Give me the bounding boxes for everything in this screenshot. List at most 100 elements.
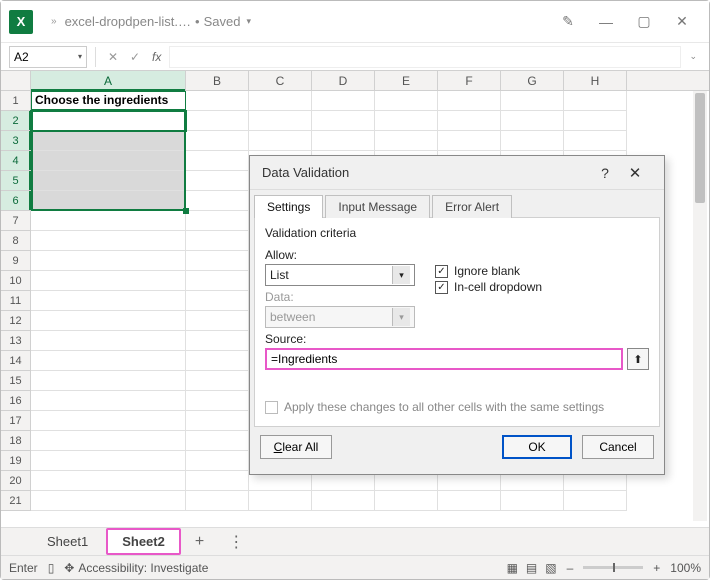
row-header[interactable]: 16 [1, 391, 31, 411]
cell[interactable] [312, 111, 375, 131]
zoom-out-button[interactable]: – [567, 561, 574, 575]
cell[interactable] [31, 331, 186, 351]
cell[interactable] [186, 131, 249, 151]
cell[interactable] [31, 451, 186, 471]
row-header[interactable]: 6 [1, 191, 31, 211]
cell[interactable] [31, 411, 186, 431]
dialog-title-bar[interactable]: Data Validation ? ✕ [250, 156, 664, 190]
column-header[interactable]: B [186, 71, 249, 90]
row-header[interactable]: 2 [1, 111, 31, 131]
dialog-help-button[interactable]: ? [592, 165, 618, 181]
cell[interactable] [501, 491, 564, 511]
row-header[interactable]: 5 [1, 171, 31, 191]
cell[interactable] [564, 91, 627, 111]
cell[interactable] [186, 411, 249, 431]
allow-dropdown[interactable]: List▾ [265, 264, 415, 286]
cell[interactable] [186, 391, 249, 411]
cell[interactable] [31, 251, 186, 271]
column-header[interactable]: C [249, 71, 312, 90]
cell[interactable] [186, 371, 249, 391]
ok-button[interactable]: OK [502, 435, 572, 459]
cell[interactable] [186, 331, 249, 351]
cell[interactable] [31, 231, 186, 251]
cell[interactable] [501, 111, 564, 131]
cell[interactable] [31, 171, 186, 191]
cell[interactable] [31, 371, 186, 391]
cell[interactable] [312, 131, 375, 151]
cell[interactable] [186, 91, 249, 111]
cell[interactable] [312, 491, 375, 511]
cell[interactable] [31, 151, 186, 171]
view-page-layout-icon[interactable]: ▤ [526, 561, 537, 575]
cell[interactable] [31, 311, 186, 331]
range-picker-button[interactable]: ⬆ [627, 348, 649, 370]
view-page-break-icon[interactable]: ▧ [545, 561, 556, 575]
cell[interactable] [31, 291, 186, 311]
row-header[interactable]: 20 [1, 471, 31, 491]
sheet-tab-sheet1[interactable]: Sheet1 [31, 528, 104, 555]
cell[interactable] [249, 131, 312, 151]
row-header[interactable]: 21 [1, 491, 31, 511]
ignore-blank-checkbox[interactable]: ✓ Ignore blank [435, 264, 542, 278]
cell[interactable] [186, 351, 249, 371]
cell[interactable] [186, 451, 249, 471]
column-header[interactable]: A [31, 71, 186, 90]
chevron-down-icon[interactable]: ▾ [78, 52, 82, 61]
cell[interactable] [186, 151, 249, 171]
tab-error-alert[interactable]: Error Alert [432, 195, 512, 218]
cell[interactable] [186, 231, 249, 251]
cell[interactable] [375, 111, 438, 131]
cell[interactable] [564, 491, 627, 511]
cell[interactable] [31, 351, 186, 371]
column-header[interactable]: E [375, 71, 438, 90]
source-input[interactable] [265, 348, 623, 370]
row-header[interactable]: 15 [1, 371, 31, 391]
tab-settings[interactable]: Settings [254, 195, 323, 218]
cell[interactable] [31, 191, 186, 211]
tab-input-message[interactable]: Input Message [325, 195, 430, 218]
maximize-button[interactable]: ▢ [625, 7, 663, 37]
name-box[interactable]: A2▾ [9, 46, 87, 68]
row-header[interactable]: 1 [1, 91, 31, 111]
row-header[interactable]: 4 [1, 151, 31, 171]
cell[interactable] [31, 471, 186, 491]
zoom-level[interactable]: 100% [670, 561, 701, 575]
cell[interactable] [501, 131, 564, 151]
row-header[interactable]: 18 [1, 431, 31, 451]
chevron-down-icon[interactable]: ▾ [246, 16, 251, 27]
cancel-button[interactable]: Cancel [582, 435, 654, 459]
cell[interactable]: Choose the ingredients [31, 91, 186, 111]
column-header[interactable]: G [501, 71, 564, 90]
dialog-close-button[interactable]: ✕ [618, 164, 652, 182]
confirm-formula-icon[interactable]: ✓ [126, 50, 144, 64]
accessibility-status[interactable]: Accessibility: Investigate [78, 561, 208, 575]
cell[interactable] [31, 431, 186, 451]
cancel-formula-icon[interactable]: ✕ [104, 50, 122, 64]
cell[interactable] [438, 111, 501, 131]
row-header[interactable]: 19 [1, 451, 31, 471]
row-header[interactable]: 14 [1, 351, 31, 371]
close-window-button[interactable]: ✕ [663, 7, 701, 37]
fx-icon[interactable]: fx [148, 50, 165, 64]
zoom-slider[interactable] [583, 566, 643, 569]
column-header[interactable]: H [564, 71, 627, 90]
select-all-corner[interactable] [1, 71, 31, 90]
row-header[interactable]: 12 [1, 311, 31, 331]
row-header[interactable]: 7 [1, 211, 31, 231]
cell[interactable] [186, 171, 249, 191]
cell[interactable] [186, 431, 249, 451]
cell[interactable] [31, 211, 186, 231]
cell[interactable] [31, 391, 186, 411]
cell[interactable] [186, 111, 249, 131]
chevron-down-icon[interactable]: ▾ [392, 266, 410, 284]
cell[interactable] [438, 491, 501, 511]
sheet-tab-sheet2[interactable]: Sheet2 [106, 528, 181, 555]
cell[interactable] [31, 491, 186, 511]
macro-record-icon[interactable]: ▯ [48, 561, 55, 575]
cell[interactable] [312, 91, 375, 111]
cell[interactable] [438, 91, 501, 111]
cell[interactable] [564, 131, 627, 151]
cell[interactable] [186, 271, 249, 291]
view-normal-icon[interactable]: ▦ [507, 561, 518, 575]
cell[interactable] [186, 471, 249, 491]
